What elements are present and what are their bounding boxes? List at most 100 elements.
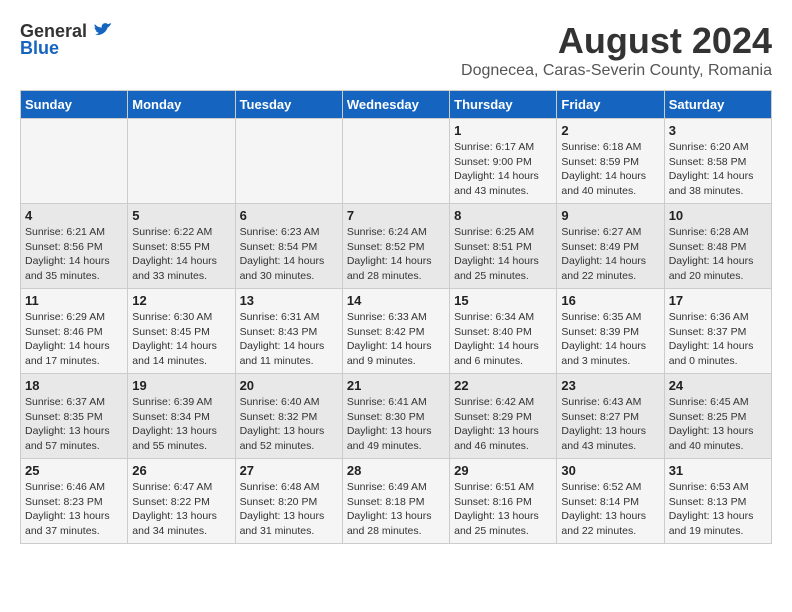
calendar-cell: 22 Sunrise: 6:42 AM Sunset: 8:29 PM Dayli… [450, 374, 557, 459]
day-info: Sunrise: 6:41 AM Sunset: 8:30 PM Dayligh… [347, 395, 445, 454]
day-number: 7 [347, 208, 445, 223]
calendar-cell: 20Sunrise: 6:40 AM Sunset: 8:32 PM Dayli… [235, 374, 342, 459]
calendar-cell: 25 Sunrise: 6:46 AM Sunset: 8:23 PM Dayli… [21, 459, 128, 544]
calendar-cell: 9Sunrise: 6:27 AM Sunset: 8:49 PM Daylig… [557, 204, 664, 289]
calendar-cell: 23 Sunrise: 6:43 AM Sunset: 8:27 PM Dayli… [557, 374, 664, 459]
day-info: Sunrise: 6:30 AM Sunset: 8:45 PM Dayligh… [132, 310, 230, 369]
day-number: 3 [669, 123, 767, 138]
week-row-1: 1Sunrise: 6:17 AM Sunset: 9:00 PM Daylig… [21, 119, 772, 204]
day-number: 29 [454, 463, 552, 478]
weekday-header-tuesday: Tuesday [235, 91, 342, 119]
day-info: Sunrise: 6:39 AM Sunset: 8:34 PM Dayligh… [132, 395, 230, 454]
day-info: Sunrise: 6:27 AM Sunset: 8:49 PM Dayligh… [561, 225, 659, 284]
day-info: Sunrise: 6:47 AM Sunset: 8:22 PM Dayligh… [132, 480, 230, 539]
day-info: Sunrise: 6:25 AM Sunset: 8:51 PM Dayligh… [454, 225, 552, 284]
day-info: Sunrise: 6:33 AM Sunset: 8:42 PM Dayligh… [347, 310, 445, 369]
week-row-5: 25 Sunrise: 6:46 AM Sunset: 8:23 PM Dayli… [21, 459, 772, 544]
calendar-cell: 24 Sunrise: 6:45 AM Sunset: 8:25 PM Dayli… [664, 374, 771, 459]
day-info: Sunrise: 6:17 AM Sunset: 9:00 PM Dayligh… [454, 140, 552, 199]
calendar-cell: 11Sunrise: 6:29 AM Sunset: 8:46 PM Dayli… [21, 289, 128, 374]
calendar-cell: 2 Sunrise: 6:18 AM Sunset: 8:59 PM Daylig… [557, 119, 664, 204]
calendar-cell: 8 Sunrise: 6:25 AM Sunset: 8:51 PM Daylig… [450, 204, 557, 289]
calendar-cell: 13 Sunrise: 6:31 AM Sunset: 8:43 PM Dayli… [235, 289, 342, 374]
calendar-cell: 16Sunrise: 6:35 AM Sunset: 8:39 PM Dayli… [557, 289, 664, 374]
day-info: Sunrise: 6:21 AM Sunset: 8:56 PM Dayligh… [25, 225, 123, 284]
day-info: Sunrise: 6:40 AM Sunset: 8:32 PM Dayligh… [240, 395, 338, 454]
calendar-cell: 5 Sunrise: 6:22 AM Sunset: 8:55 PM Daylig… [128, 204, 235, 289]
weekday-header-saturday: Saturday [664, 91, 771, 119]
day-number: 15 [454, 293, 552, 308]
day-number: 21 [347, 378, 445, 393]
calendar-cell: 19 Sunrise: 6:39 AM Sunset: 8:34 PM Dayli… [128, 374, 235, 459]
page-header: General Blue August 2024 Dognecea, Caras… [20, 20, 772, 80]
calendar-cell: 14 Sunrise: 6:33 AM Sunset: 8:42 PM Dayli… [342, 289, 449, 374]
calendar-cell [128, 119, 235, 204]
day-info: Sunrise: 6:28 AM Sunset: 8:48 PM Dayligh… [669, 225, 767, 284]
calendar-cell: 28 Sunrise: 6:49 AM Sunset: 8:18 PM Dayli… [342, 459, 449, 544]
calendar-cell: 26 Sunrise: 6:47 AM Sunset: 8:22 PM Dayli… [128, 459, 235, 544]
day-number: 24 [669, 378, 767, 393]
day-number: 13 [240, 293, 338, 308]
location-title: Dognecea, Caras-Severin County, Romania [461, 62, 772, 80]
day-number: 22 [454, 378, 552, 393]
weekday-header-thursday: Thursday [450, 91, 557, 119]
day-number: 28 [347, 463, 445, 478]
calendar-cell [21, 119, 128, 204]
day-number: 18 [25, 378, 123, 393]
day-info: Sunrise: 6:42 AM Sunset: 8:29 PM Dayligh… [454, 395, 552, 454]
calendar-cell: 4 Sunrise: 6:21 AM Sunset: 8:56 PM Daylig… [21, 204, 128, 289]
day-info: Sunrise: 6:22 AM Sunset: 8:55 PM Dayligh… [132, 225, 230, 284]
calendar-cell: 15Sunrise: 6:34 AM Sunset: 8:40 PM Dayli… [450, 289, 557, 374]
calendar-cell: 30 Sunrise: 6:52 AM Sunset: 8:14 PM Dayli… [557, 459, 664, 544]
day-info: Sunrise: 6:29 AM Sunset: 8:46 PM Dayligh… [25, 310, 123, 369]
day-number: 14 [347, 293, 445, 308]
day-info: Sunrise: 6:36 AM Sunset: 8:37 PM Dayligh… [669, 310, 767, 369]
day-info: Sunrise: 6:45 AM Sunset: 8:25 PM Dayligh… [669, 395, 767, 454]
calendar-cell: 12 Sunrise: 6:30 AM Sunset: 8:45 PM Dayli… [128, 289, 235, 374]
calendar-cell: 1Sunrise: 6:17 AM Sunset: 9:00 PM Daylig… [450, 119, 557, 204]
day-info: Sunrise: 6:31 AM Sunset: 8:43 PM Dayligh… [240, 310, 338, 369]
calendar-cell: 10 Sunrise: 6:28 AM Sunset: 8:48 PM Dayli… [664, 204, 771, 289]
calendar-cell: 31Sunrise: 6:53 AM Sunset: 8:13 PM Dayli… [664, 459, 771, 544]
day-number: 26 [132, 463, 230, 478]
weekday-header-row: SundayMondayTuesdayWednesdayThursdayFrid… [21, 91, 772, 119]
day-number: 19 [132, 378, 230, 393]
weekday-header-wednesday: Wednesday [342, 91, 449, 119]
day-number: 25 [25, 463, 123, 478]
day-info: Sunrise: 6:37 AM Sunset: 8:35 PM Dayligh… [25, 395, 123, 454]
day-number: 30 [561, 463, 659, 478]
day-info: Sunrise: 6:20 AM Sunset: 8:58 PM Dayligh… [669, 140, 767, 199]
day-number: 27 [240, 463, 338, 478]
calendar-table: SundayMondayTuesdayWednesdayThursdayFrid… [20, 90, 772, 544]
day-info: Sunrise: 6:18 AM Sunset: 8:59 PM Dayligh… [561, 140, 659, 199]
day-number: 17 [669, 293, 767, 308]
day-number: 16 [561, 293, 659, 308]
day-number: 10 [669, 208, 767, 223]
calendar-cell [235, 119, 342, 204]
title-area: August 2024 Dognecea, Caras-Severin Coun… [461, 20, 772, 80]
weekday-header-friday: Friday [557, 91, 664, 119]
calendar-cell: 21 Sunrise: 6:41 AM Sunset: 8:30 PM Dayli… [342, 374, 449, 459]
day-number: 4 [25, 208, 123, 223]
day-number: 12 [132, 293, 230, 308]
calendar-cell: 29 Sunrise: 6:51 AM Sunset: 8:16 PM Dayli… [450, 459, 557, 544]
calendar-cell [342, 119, 449, 204]
day-info: Sunrise: 6:46 AM Sunset: 8:23 PM Dayligh… [25, 480, 123, 539]
weekday-header-sunday: Sunday [21, 91, 128, 119]
logo-bird-icon [91, 20, 113, 42]
day-info: Sunrise: 6:52 AM Sunset: 8:14 PM Dayligh… [561, 480, 659, 539]
day-number: 8 [454, 208, 552, 223]
week-row-4: 18 Sunrise: 6:37 AM Sunset: 8:35 PM Dayli… [21, 374, 772, 459]
logo: General Blue [20, 20, 113, 59]
day-number: 23 [561, 378, 659, 393]
day-number: 6 [240, 208, 338, 223]
day-info: Sunrise: 6:49 AM Sunset: 8:18 PM Dayligh… [347, 480, 445, 539]
week-row-3: 11Sunrise: 6:29 AM Sunset: 8:46 PM Dayli… [21, 289, 772, 374]
day-info: Sunrise: 6:48 AM Sunset: 8:20 PM Dayligh… [240, 480, 338, 539]
calendar-cell: 7Sunrise: 6:24 AM Sunset: 8:52 PM Daylig… [342, 204, 449, 289]
day-info: Sunrise: 6:51 AM Sunset: 8:16 PM Dayligh… [454, 480, 552, 539]
week-row-2: 4 Sunrise: 6:21 AM Sunset: 8:56 PM Daylig… [21, 204, 772, 289]
day-number: 5 [132, 208, 230, 223]
day-number: 2 [561, 123, 659, 138]
day-info: Sunrise: 6:43 AM Sunset: 8:27 PM Dayligh… [561, 395, 659, 454]
